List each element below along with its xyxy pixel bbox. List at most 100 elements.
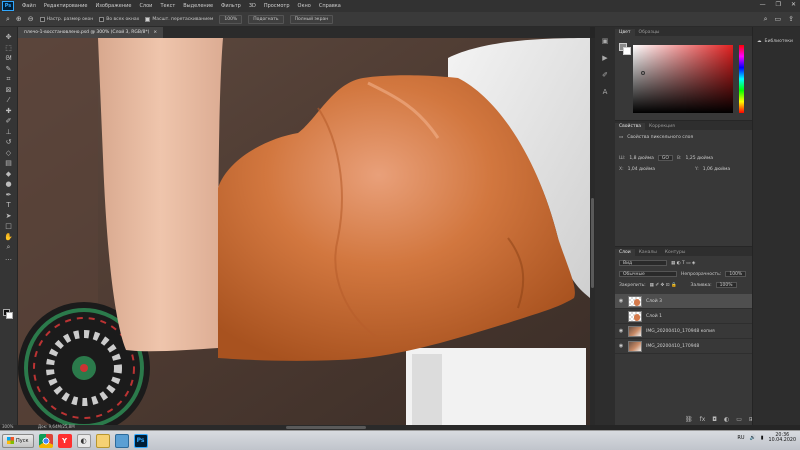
browser-icon[interactable]: ◐ xyxy=(76,433,91,448)
layer-name[interactable]: Слой 1 xyxy=(646,314,662,319)
blur-icon[interactable]: ◆ xyxy=(2,170,15,180)
tab-adjustments[interactable]: Коррекция xyxy=(645,123,679,130)
layer-name[interactable]: Слой 3 xyxy=(646,299,662,304)
photos-icon[interactable] xyxy=(114,433,129,448)
tab-swatches[interactable]: Образцы xyxy=(635,29,664,36)
character-panel-icon[interactable]: A xyxy=(603,88,608,96)
document-canvas[interactable] xyxy=(18,38,590,425)
explorer-icon[interactable] xyxy=(95,433,110,448)
vertical-scroll-thumb[interactable] xyxy=(591,198,594,288)
layer-row[interactable]: ◉ IMG_20200410_170948 xyxy=(615,339,752,354)
fx-icon[interactable]: fx xyxy=(700,416,706,423)
close-tab-icon[interactable]: × xyxy=(153,30,157,35)
path-select-icon[interactable]: ➤ xyxy=(2,212,15,222)
rectangle-icon[interactable]: □ xyxy=(2,222,15,232)
minimize-button[interactable]: — xyxy=(760,1,766,8)
link-layers-icon[interactable]: ⛓ xyxy=(685,416,693,423)
fill-screen-button[interactable]: Полный экран xyxy=(289,14,334,24)
start-button[interactable]: Пуск xyxy=(2,433,34,448)
zoom-icon[interactable]: ⌕ xyxy=(2,243,15,253)
new-group-icon[interactable]: ▭ xyxy=(736,416,742,423)
menu-type[interactable]: Текст xyxy=(156,3,179,9)
scrubby-zoom-checkbox[interactable] xyxy=(145,16,151,22)
menu-file[interactable]: Файл xyxy=(18,3,40,9)
layer-row[interactable]: Слой 1 xyxy=(615,309,752,324)
opacity-input[interactable]: 100% xyxy=(725,271,747,277)
search-icon[interactable]: ⌕ xyxy=(764,15,768,24)
dodge-icon[interactable]: ● xyxy=(2,180,15,190)
all-windows-checkbox[interactable] xyxy=(99,16,105,22)
brushes-panel-icon[interactable]: ✐ xyxy=(602,71,608,79)
add-mask-icon[interactable]: ◘ xyxy=(712,416,717,423)
maximize-button[interactable]: ❐ xyxy=(776,1,781,8)
history-panel-icon[interactable]: ▣ xyxy=(602,37,609,45)
language-icon[interactable]: RU xyxy=(737,435,744,441)
libraries-button[interactable]: ☁ Библиотеки xyxy=(757,39,793,44)
menu-edit[interactable]: Редактирование xyxy=(40,3,92,9)
layer-name[interactable]: IMG_20200410_170948 xyxy=(646,344,699,349)
brush-icon[interactable]: ✐ xyxy=(2,117,15,127)
menu-select[interactable]: Выделение xyxy=(179,3,217,9)
photoshop-taskbar-icon[interactable]: Ps xyxy=(133,433,148,448)
horizontal-scroll-thumb[interactable] xyxy=(286,426,366,429)
menu-3d[interactable]: 3D xyxy=(245,3,260,9)
zoom-out-icon[interactable]: ⊖ xyxy=(28,15,34,23)
volume-icon[interactable]: 🔊 xyxy=(750,435,756,441)
yandex-icon[interactable]: Y xyxy=(57,433,72,448)
lasso-icon[interactable]: ᘛ xyxy=(2,54,15,64)
layer-row[interactable]: ◉ IMG_20200410_170948 копия xyxy=(615,324,752,339)
hue-slider[interactable] xyxy=(739,45,744,113)
layer-row[interactable]: ◉ Слой 3 xyxy=(615,294,752,309)
y-value[interactable]: 1,06 дюйма xyxy=(703,167,730,172)
height-value[interactable]: 1,25 дюйма xyxy=(686,156,713,161)
zoom-tool-icon[interactable]: ⌕ xyxy=(6,15,10,24)
history-brush-icon[interactable]: ↺ xyxy=(2,138,15,148)
eraser-icon[interactable]: ◇ xyxy=(2,149,15,159)
width-value[interactable]: 1,8 дюйма xyxy=(629,156,654,161)
scrubby-zoom-option[interactable]: Масшт. перетаскиванием xyxy=(145,16,213,22)
tab-paths[interactable]: Контуры xyxy=(661,249,690,256)
tab-layers[interactable]: Слои xyxy=(615,249,635,256)
menu-filter[interactable]: Фильтр xyxy=(217,3,245,9)
layer-name[interactable]: IMG_20200410_170948 копия xyxy=(646,329,715,334)
link-toggle[interactable]: GO xyxy=(657,155,673,161)
menu-view[interactable]: Просмотр xyxy=(260,3,294,9)
filter-icons[interactable]: ▦ ◐ T ▭ ◈ xyxy=(671,261,695,266)
pen-icon[interactable]: ✒ xyxy=(2,191,15,201)
bg-swatch[interactable] xyxy=(623,47,631,55)
eye-icon[interactable]: ◉ xyxy=(618,328,624,334)
fill-input[interactable]: 100% xyxy=(715,282,737,288)
document-tab[interactable]: плечо-1-восстановлено.psd @ 300% (Слой 3… xyxy=(18,27,164,38)
workspace-icon[interactable]: ▭ xyxy=(775,15,782,24)
frame-icon[interactable]: ⊠ xyxy=(2,86,15,96)
eyedropper-icon[interactable]: ⁄ xyxy=(2,96,15,106)
hand-icon[interactable]: ✋ xyxy=(2,233,15,243)
lock-icons[interactable]: ▦ ✐ ✥ ⊡ 🔒 xyxy=(650,283,677,288)
eye-icon[interactable]: ◉ xyxy=(618,298,624,304)
all-windows-option[interactable]: Во всех окнах xyxy=(99,16,139,22)
x-value[interactable]: 1,04 дюйма xyxy=(628,167,655,172)
tab-color[interactable]: Цвет xyxy=(615,29,635,36)
menu-help[interactable]: Справка xyxy=(315,3,345,9)
fit-screen-button[interactable]: Подогнать xyxy=(248,14,284,24)
menu-layers[interactable]: Слои xyxy=(135,3,156,9)
tab-properties[interactable]: Свойства xyxy=(615,123,645,130)
stamp-icon[interactable]: ⊥ xyxy=(2,128,15,138)
quick-select-icon[interactable]: ✎ xyxy=(2,65,15,75)
more-icon[interactable]: … xyxy=(2,254,15,264)
document-size-status[interactable]: Док: 9,64M/25,8M xyxy=(38,424,75,429)
zoom-status[interactable]: 300% xyxy=(2,424,13,429)
move-icon[interactable]: ✥ xyxy=(2,33,15,43)
menu-image[interactable]: Изображение xyxy=(91,3,135,9)
fit-windows-checkbox[interactable] xyxy=(39,16,45,22)
eye-icon[interactable]: ◉ xyxy=(618,343,624,349)
background-color-swatch[interactable] xyxy=(6,312,13,319)
chrome-icon[interactable] xyxy=(38,433,53,448)
tab-channels[interactable]: Каналы xyxy=(635,249,661,256)
marquee-icon[interactable]: ⬚ xyxy=(2,44,15,54)
healing-icon[interactable]: ✚ xyxy=(2,107,15,117)
actions-panel-icon[interactable]: ▶ xyxy=(602,54,607,62)
saturation-field[interactable] xyxy=(633,45,733,113)
crop-icon[interactable]: ⌗ xyxy=(2,75,15,85)
network-icon[interactable]: ▮ xyxy=(761,435,764,441)
